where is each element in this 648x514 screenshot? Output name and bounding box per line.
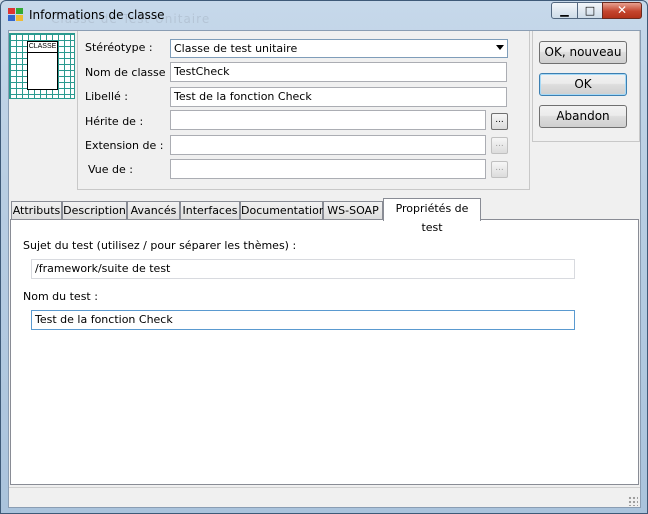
extension-label: Extension de : bbox=[85, 139, 164, 152]
vue-browse-button[interactable]: ... bbox=[491, 161, 508, 178]
resize-grip-icon[interactable] bbox=[628, 496, 638, 506]
classname-label: Nom de classe : bbox=[85, 66, 173, 79]
class-properties-group: Stéréotype : Classe de test unitaire Nom… bbox=[77, 31, 530, 190]
test-name-input[interactable]: Test de la fonction Check bbox=[31, 310, 575, 330]
minimize-icon: ▁ bbox=[560, 4, 569, 17]
test-name-label: Nom du test : bbox=[23, 290, 98, 303]
tab-attributs[interactable]: Attributs bbox=[11, 201, 62, 220]
stereotype-select[interactable]: Classe de test unitaire bbox=[170, 39, 508, 58]
cancel-button[interactable]: Abandon bbox=[539, 105, 627, 128]
dialog-window: Classe de Test Unitaire Informations de … bbox=[0, 0, 648, 514]
tab-interfaces[interactable]: Interfaces bbox=[180, 201, 240, 220]
tab-description[interactable]: Description bbox=[62, 201, 127, 220]
dialog-client-area: CLASSE Stéréotype : Classe de test unita… bbox=[8, 30, 641, 508]
classname-input[interactable]: TestCheck bbox=[170, 62, 507, 82]
status-bar bbox=[9, 487, 640, 508]
maximize-button[interactable]: □ bbox=[577, 2, 603, 19]
herite-label: Hérite de : bbox=[85, 115, 144, 128]
close-button[interactable]: ✕ bbox=[602, 2, 642, 19]
extension-browse-button[interactable]: ... bbox=[491, 137, 508, 154]
app-icon bbox=[8, 8, 23, 21]
extension-input[interactable] bbox=[170, 135, 486, 155]
maximize-icon: □ bbox=[584, 4, 596, 17]
tab-strip: Attributs Description Avancés Interfaces… bbox=[9, 198, 640, 234]
window-title: Informations de classe bbox=[29, 8, 165, 22]
action-buttons-panel: OK, nouveau OK Abandon bbox=[532, 31, 640, 142]
tab-avances[interactable]: Avancés bbox=[127, 201, 180, 220]
stereotype-label: Stéréotype : bbox=[85, 41, 153, 54]
tab-ws-soap[interactable]: WS-SOAP bbox=[323, 201, 383, 220]
close-icon: ✕ bbox=[616, 3, 628, 17]
herite-input[interactable] bbox=[170, 110, 486, 130]
stereotype-value: Classe de test unitaire bbox=[174, 42, 298, 55]
test-subject-input[interactable]: /framework/suite de test bbox=[31, 259, 575, 279]
class-box: CLASSE bbox=[27, 41, 58, 90]
test-subject-label: Sujet du test (utilisez / pour séparer l… bbox=[23, 239, 297, 252]
vue-input[interactable] bbox=[170, 159, 486, 179]
test-properties-panel: Sujet du test (utilisez / pour séparer l… bbox=[10, 219, 639, 485]
title-bar[interactable]: Classe de Test Unitaire Informations de … bbox=[1, 1, 647, 29]
tab-proprietes-de-test[interactable]: Propriétés de test bbox=[383, 198, 481, 234]
libelle-input[interactable]: Test de la fonction Check bbox=[170, 87, 507, 107]
vue-label: Vue de : bbox=[88, 163, 133, 176]
chevron-down-icon bbox=[496, 45, 504, 50]
herite-browse-button[interactable]: ... bbox=[491, 113, 508, 130]
class-box-label: CLASSE bbox=[28, 42, 57, 53]
minimize-button[interactable]: ▁ bbox=[551, 2, 578, 19]
ok-button[interactable]: OK bbox=[539, 73, 627, 96]
tab-documentation[interactable]: Documentation bbox=[240, 201, 326, 220]
libelle-label: Libellé : bbox=[85, 90, 129, 103]
ok-new-button[interactable]: OK, nouveau bbox=[539, 41, 627, 64]
class-diagram-icon: CLASSE bbox=[9, 33, 75, 99]
